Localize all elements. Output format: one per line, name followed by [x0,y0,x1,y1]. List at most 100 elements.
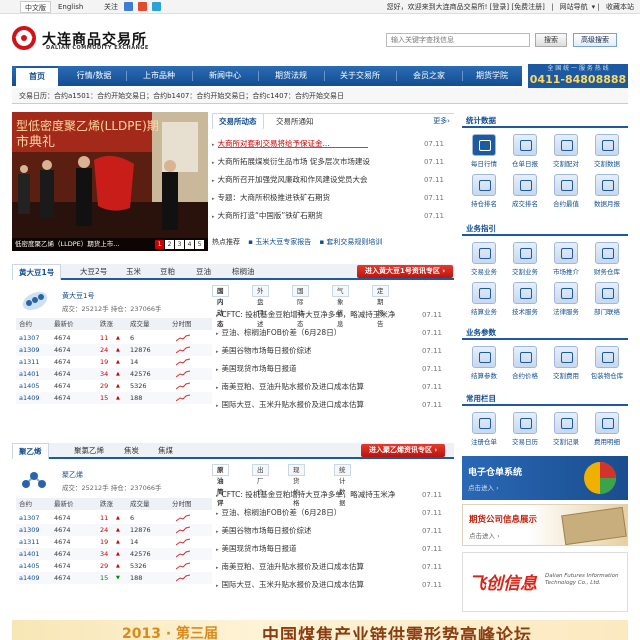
list-item[interactable]: 美国谷物市场每日报价综述07.11 [216,524,452,538]
nav-about[interactable]: 关于交易所 [326,66,394,86]
search-input[interactable]: 输入关键字查找信息 [386,33,530,47]
table-row[interactable]: a1401 4674 34 ▲ 42576 [16,548,212,560]
dce-logo-icon[interactable] [12,26,36,50]
search-button[interactable]: 搜索 [535,33,567,47]
register-link[interactable]: [免费注册] [511,3,544,11]
table-row[interactable]: a1307 4674 11 ▲ 6 [16,332,212,344]
shortcut-params-2[interactable]: 交割费用 [546,344,586,382]
tab-soymeal[interactable]: 豆粕 [160,264,175,280]
contract-code[interactable]: a1401 [19,548,40,560]
nav-quotes-data[interactable]: 行情/数据 [64,66,124,86]
tab-coke[interactable]: 焦炭 [124,443,139,459]
intraday-chart-icon[interactable] [175,574,191,586]
shortcut-stats-3[interactable]: 交割数据 [587,132,627,170]
subtab-foreign[interactable]: 外盘评述 [252,285,269,328]
nav-members[interactable]: 会员之家 [398,66,460,86]
tab-exchange-notices[interactable]: 交易所通知 [270,114,320,130]
list-item[interactable]: 美国谷物市场每日报价综述07.11 [216,344,452,358]
table-row[interactable]: a1307 4674 11 ▲ 6 [16,512,212,524]
table-row[interactable]: a1311 4674 19 ▲ 14 [16,536,212,548]
tab-soybean-2[interactable]: 大豆2号 [80,264,107,280]
list-item[interactable]: 国际大豆、玉米升贴水报价及进口成本估算07.11 [216,398,452,412]
shortcut-stats-4[interactable]: 持仓排名 [464,172,504,210]
futures-company-link[interactable]: 点击进入 › [469,530,500,540]
futures-company-banner[interactable]: 期货公司信息展示 点击进入 › [462,504,628,546]
subtab-weather[interactable]: 气象信息 [332,285,349,328]
subtab-reports[interactable]: 定期报告 [372,285,389,328]
tab-exchange-news[interactable]: 交易所动态 [212,113,264,129]
tab-coking-coal[interactable]: 焦煤 [158,443,173,459]
shortcut-stats-1[interactable]: 仓单日报 [505,132,545,170]
contract-code[interactable]: a1409 [19,572,40,584]
more-news-link[interactable]: 更多› [433,116,450,126]
subtab-crude-review[interactable]: 原油简评 [212,464,229,507]
dfit-banner[interactable]: 飞创信息 Dalian Futures Information Technolo… [462,552,628,612]
list-item[interactable]: 大商所打造“中国版”铁矿石期货07.11 [212,209,454,223]
contract-code[interactable]: a1307 [19,512,40,524]
nav-news-center[interactable]: 新闻中心 [194,66,256,86]
list-item[interactable]: 豆油、棕榈油FOB价差（6月28日）07.11 [216,326,452,340]
table-row[interactable]: a1405 4674 29 ▲ 5326 [16,380,212,392]
slide-page-2[interactable]: 2 [165,240,174,249]
site-nav-link[interactable]: 网站导航 [560,3,588,11]
shortcut-biz-0[interactable]: 交易业务 [464,240,504,278]
table-row[interactable]: a1409 4674 15 ▼ 188 [16,572,212,584]
list-item[interactable]: 大商所对套利交易将给予保证金...07.11 [212,137,454,151]
hot-link-training[interactable]: ▪ 套利交易规则培训 [319,238,382,246]
shortcut-common-2[interactable]: 交割记录 [546,410,586,448]
subtab-statistics[interactable]: 统计数据 [334,464,351,507]
contract-code[interactable]: a1405 [19,380,40,392]
login-link[interactable]: [登录] [490,3,509,11]
tab-pvc[interactable]: 聚氯乙烯 [74,443,104,459]
list-item[interactable]: 大商所召开加强党风廉政和作风建设党员大会07.11 [212,173,454,187]
subtab-factory-price[interactable]: 出厂价 [252,464,269,496]
nav-home[interactable]: 首页 [16,66,58,86]
tab-soyoil[interactable]: 豆油 [196,264,211,280]
lang-english-link[interactable]: English [54,1,87,13]
tencent-icon[interactable] [138,2,147,11]
weibo-icon[interactable] [124,2,133,11]
list-item[interactable]: 美国现货市场每日报道07.11 [216,542,452,556]
list-item[interactable]: 豆油、棕榈油FOB价差（6月28日）07.11 [216,506,452,520]
contract-code[interactable]: a1401 [19,368,40,380]
shortcut-biz-5[interactable]: 技术服务 [505,280,545,318]
list-item[interactable]: 国际大豆、玉米升贴水报价及进口成本估算07.11 [216,578,452,592]
shortcut-common-1[interactable]: 交易日历 [505,410,545,448]
lang-chinese-link[interactable]: 中文版 [20,1,51,13]
shortcut-params-1[interactable]: 合约价格 [505,344,545,382]
shortcut-common-0[interactable]: 注册仓单 [464,410,504,448]
shortcut-biz-2[interactable]: 市场推介 [546,240,586,278]
slide-page-3[interactable]: 3 [175,240,184,249]
shortcut-biz-1[interactable]: 交割业务 [505,240,545,278]
contract-code[interactable]: a1311 [19,356,40,368]
contract-code[interactable]: a1405 [19,560,40,572]
shortcut-biz-4[interactable]: 结算业务 [464,280,504,318]
enter-polyethylene-zone-button[interactable]: 进入聚乙烯资讯专区 › [361,444,446,457]
subtab-international[interactable]: 国际动态 [292,285,309,328]
product-name[interactable]: 聚乙烯 [62,470,83,480]
table-row[interactable]: a1405 4674 29 ▲ 5326 [16,560,212,572]
shortcut-params-3[interactable]: 包装物仓库 [587,344,627,382]
contract-code[interactable]: a1311 [19,536,40,548]
forum-banner[interactable]: 2013 · 第三届 中国煤焦产业链供需形势高峰论坛 [12,620,628,640]
slide-page-5[interactable]: 5 [195,240,204,249]
news-slideshow[interactable]: 型低密度聚乙烯(LLDPE)期 市典礼 低密度聚乙烯（LLDPE）期货上市...… [12,112,208,251]
contract-code[interactable]: a1309 [19,524,40,536]
contract-code[interactable]: a1307 [19,332,40,344]
list-item[interactable]: CFTC: 投机基金豆粕增持大豆净多单，略减持玉米净07.11 [216,308,452,322]
enter-soybean-zone-button[interactable]: 进入黄大豆1号资讯专区 › [357,265,454,278]
subtab-domestic[interactable]: 国内动态 [212,285,229,328]
table-row[interactable]: a1401 4674 34 ▲ 42576 [16,368,212,380]
list-item[interactable]: 美国现货市场每日报道07.11 [216,362,452,376]
nav-listed-products[interactable]: 上市品种 [128,66,190,86]
tab-palm-oil[interactable]: 棕榈油 [232,264,255,280]
product-name[interactable]: 黄大豆1号 [62,291,94,301]
mobile-icon[interactable] [152,2,161,11]
list-item[interactable]: 南美豆粕、豆油升贴水报价及进口成本估算07.11 [216,380,452,394]
slide-page-4[interactable]: 4 [185,240,194,249]
table-row[interactable]: a1311 4674 19 ▲ 14 [16,356,212,368]
nav-regulations[interactable]: 期货法规 [260,66,322,86]
advanced-search-button[interactable]: 高级搜索 [573,33,617,47]
shortcut-biz-6[interactable]: 法律服务 [546,280,586,318]
shortcut-stats-2[interactable]: 交割配对 [546,132,586,170]
